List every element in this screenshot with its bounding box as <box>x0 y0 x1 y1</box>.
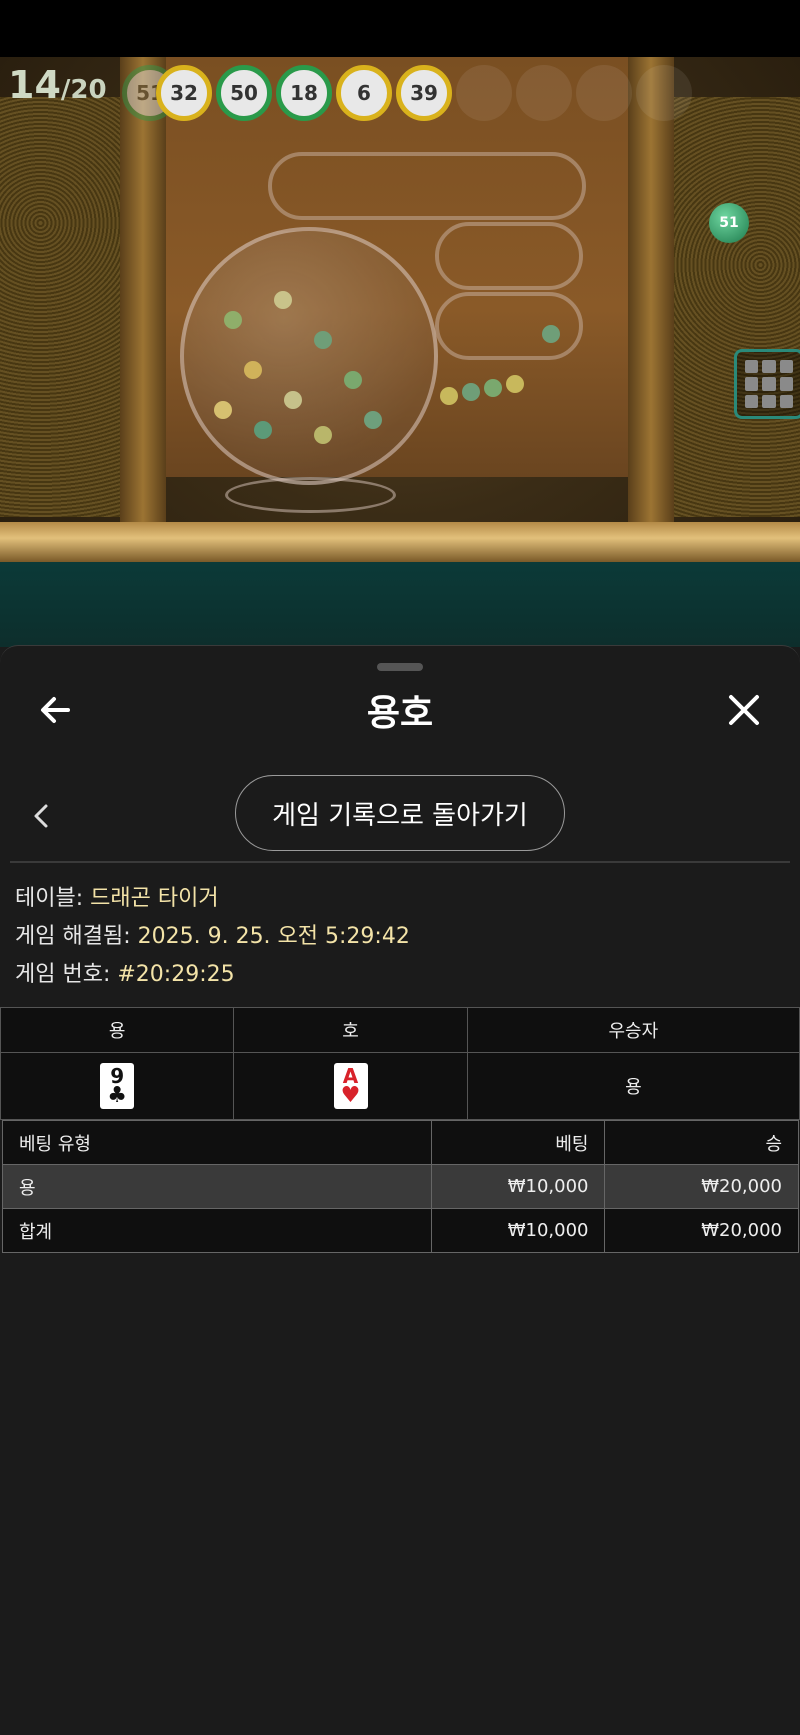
empty-ball-slot <box>636 65 692 121</box>
backdrop-glitter-right <box>668 97 800 517</box>
live-video-stream: 14/20 51 32 50 18 6 39 51 <box>0 57 800 647</box>
history-sheet: 용호 게임 기록으로 돌아가기 테이블: 드래곤 타이거 게임 해결됨: 202… <box>0 645 800 1735</box>
bet-type-cell: 합계 <box>1 1208 433 1253</box>
machine-ledge <box>0 522 800 562</box>
previous-button[interactable] <box>28 798 56 834</box>
grid-icon <box>779 377 793 391</box>
queued-ball <box>484 379 502 397</box>
grid-icon <box>762 377 776 391</box>
ball-track <box>435 222 583 290</box>
grid-icon <box>745 394 759 408</box>
grid-icon <box>762 360 776 374</box>
drum-base <box>225 477 396 513</box>
info-resolved: 게임 해결됨: 2025. 9. 25. 오전 5:29:42 <box>15 918 410 950</box>
info-table-label: 테이블: <box>15 886 91 911</box>
flying-ball-number: 51 <box>719 215 739 231</box>
info-table-value: 드래곤 타이거 <box>90 886 219 911</box>
drum-ball <box>254 421 272 439</box>
flying-ball: 51 <box>709 203 749 243</box>
lottery-drum <box>180 227 438 485</box>
bet-amount-cell: ₩10,000 <box>431 1208 606 1253</box>
bet-type-cell: 용 <box>1 1164 433 1209</box>
grid-icon <box>779 360 793 374</box>
heart-icon: ♥ <box>340 1083 361 1108</box>
backdrop-glitter-left <box>0 97 135 517</box>
win-amount-cell: ₩20,000 <box>604 1208 799 1253</box>
draw-counter: 14/20 <box>8 63 107 107</box>
bet-amount-cell: ₩10,000 <box>431 1164 606 1209</box>
bet-type-header: 베팅 유형 <box>1 1120 433 1165</box>
drum-ball <box>314 426 332 444</box>
winner-cell: 용 <box>466 1052 800 1120</box>
ball-track <box>268 152 586 220</box>
sheet-title: 용호 <box>366 693 434 734</box>
grid-icon <box>779 394 793 408</box>
win-amount-cell: ₩20,000 <box>604 1164 799 1209</box>
drag-handle[interactable] <box>377 663 423 671</box>
info-round: 게임 번호: #20:29:25 <box>15 956 235 988</box>
dragon-card-cell: 9 ♣ <box>0 1052 235 1120</box>
pillar-right <box>628 57 674 527</box>
info-resolved-value: 2025. 9. 25. 오전 5:29:42 <box>137 924 410 949</box>
drawn-ball: 6 <box>336 65 392 121</box>
table-row: 합계 ₩10,000 ₩20,000 <box>1 1208 799 1253</box>
close-icon <box>729 695 759 725</box>
drawn-ball: 39 <box>396 65 452 121</box>
status-bar <box>0 0 800 57</box>
tiger-card: A ♥ <box>333 1063 368 1109</box>
queued-ball <box>506 375 524 393</box>
queued-ball <box>440 387 458 405</box>
info-round-label: 게임 번호: <box>15 962 118 987</box>
drum-ball <box>274 291 292 309</box>
drawn-ball-number: 32 <box>170 81 198 105</box>
drum-ball <box>284 391 302 409</box>
win-header: 승 <box>604 1120 799 1165</box>
drum-ball <box>244 361 262 379</box>
drawn-ball-number: 50 <box>230 81 258 105</box>
grid-icon <box>762 394 776 408</box>
ball-track <box>435 292 583 360</box>
chevron-left-icon <box>34 804 48 828</box>
queued-ball <box>462 383 480 401</box>
info-resolved-label: 게임 해결됨: <box>15 924 138 949</box>
drawn-ball-number: 6 <box>357 81 371 105</box>
bet-header: 베팅 <box>431 1120 606 1165</box>
winner-header: 우승자 <box>466 1007 800 1053</box>
drum-ball <box>224 311 242 329</box>
drum-ball <box>364 411 382 429</box>
draw-counter-current: 14 <box>8 63 61 107</box>
drawn-ball-number: 39 <box>410 81 438 105</box>
close-button[interactable] <box>722 688 766 732</box>
tiger-header: 호 <box>233 1007 468 1053</box>
grid-view-button[interactable] <box>734 349 800 419</box>
info-round-value: #20:29:25 <box>117 962 235 987</box>
empty-ball-slot <box>456 65 512 121</box>
drum-ball <box>344 371 362 389</box>
dragon-card: 9 ♣ <box>100 1063 135 1109</box>
drawn-ball: 50 <box>216 65 272 121</box>
tiger-card-cell: A ♥ <box>233 1052 468 1120</box>
bets-table: 베팅 유형 베팅 승 용 ₩10,000 ₩20,000 합계 ₩10,000 … <box>1 1120 799 1253</box>
draw-counter-total: /20 <box>60 75 107 105</box>
drawn-ball: 32 <box>156 65 212 121</box>
divider <box>10 861 790 863</box>
return-to-history-button[interactable]: 게임 기록으로 돌아가기 <box>235 775 565 851</box>
info-table: 테이블: 드래곤 타이거 <box>15 880 219 912</box>
pillar-left <box>120 57 166 527</box>
dragon-header: 용 <box>0 1007 235 1053</box>
grid-icon <box>745 377 759 391</box>
drawn-ball: 18 <box>276 65 332 121</box>
empty-ball-slot <box>516 65 572 121</box>
club-icon: ♣ <box>107 1083 128 1108</box>
empty-ball-slot <box>576 65 632 121</box>
drawn-ball-number: 18 <box>290 81 318 105</box>
drum-ball <box>314 331 332 349</box>
grid-icon <box>745 360 759 374</box>
table-floor <box>0 562 800 647</box>
cards-table: 용 호 우승자 9 ♣ A ♥ 용 <box>0 1007 800 1120</box>
table-row: 용 ₩10,000 ₩20,000 <box>1 1164 799 1209</box>
queued-ball <box>542 325 560 343</box>
drum-ball <box>214 401 232 419</box>
